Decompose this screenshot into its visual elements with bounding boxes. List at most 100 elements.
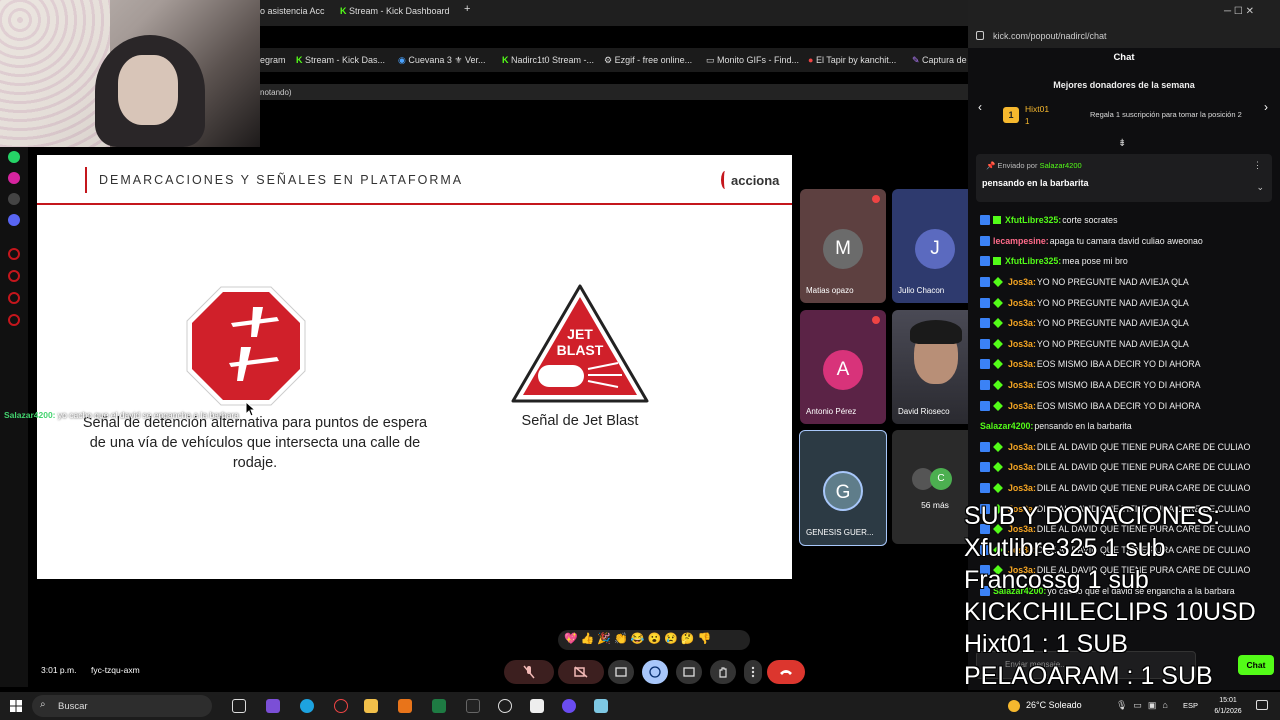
chat-message: lecampesine: apaga tu camara david culiao… — [980, 231, 1280, 252]
chat-username[interactable]: Jos3a: — [1008, 401, 1036, 411]
system-tray-icons[interactable]: 🎙▭▣⌂ — [1116, 700, 1174, 711]
search-label: Buscar — [58, 701, 88, 712]
bookmark[interactable]: ◉ Cuevana 3 ⚜ Ver... — [398, 55, 485, 66]
collapse-icon[interactable]: ⇟ — [1118, 138, 1126, 149]
notifications-icon[interactable] — [1256, 700, 1268, 710]
app-icon[interactable] — [594, 699, 608, 713]
tiktok-icon[interactable] — [8, 193, 20, 205]
instagram-icon[interactable] — [8, 172, 20, 184]
present-button[interactable] — [608, 660, 634, 684]
chat-message: Jos3a: DILE AL DAVID QUE TIENE PURA CARE … — [980, 437, 1280, 458]
brave-icon[interactable] — [398, 699, 412, 713]
camera-off-button[interactable] — [558, 660, 604, 684]
chat-text: EOS MISMO IBA A DECIR YO DI AHORA — [1036, 359, 1201, 370]
chat-username[interactable]: Jos3a: — [1008, 442, 1036, 452]
input-language[interactable]: ESP — [1183, 701, 1198, 710]
copilot-icon[interactable] — [266, 699, 280, 713]
verified-badge-icon — [980, 400, 990, 411]
participant-tile-video[interactable]: David Rioseco — [892, 310, 978, 424]
file-explorer-icon[interactable] — [364, 699, 378, 713]
more-vert-icon[interactable]: ⋮ — [1253, 160, 1262, 171]
chat-username[interactable]: Jos3a: — [1008, 339, 1036, 349]
task-view-icon[interactable] — [232, 699, 246, 713]
taskbar-clock[interactable]: 15:01 6/1/2026 — [1208, 695, 1248, 717]
bookmark[interactable]: ● El Tapir by kanchit... — [808, 55, 896, 65]
chat-username[interactable]: XfutLibre325: — [1005, 215, 1061, 225]
verified-badge-icon — [980, 483, 990, 494]
chat-username[interactable]: Jos3a: — [1008, 462, 1036, 472]
chat-header-title: Chat — [1113, 52, 1135, 63]
chat-username[interactable]: Jos3a: — [1008, 277, 1036, 287]
gift-badge-icon — [993, 277, 1003, 288]
chat-text: YO NO PREGUNTE NAD AVIEJA QLA — [1036, 318, 1189, 329]
donor-name: Hixt01 — [1025, 104, 1050, 114]
obs-icon[interactable] — [498, 699, 512, 713]
tab-kick-dashboard[interactable]: K Stream - Kick Dashboard — [340, 6, 450, 16]
new-tab-button[interactable]: + — [464, 3, 470, 15]
record-icon[interactable] — [8, 248, 20, 260]
captions-button[interactable] — [676, 660, 702, 684]
window-controls[interactable]: ─ ☐ ✕ — [1224, 6, 1254, 17]
lock-icon — [976, 31, 984, 40]
settings-icon[interactable] — [8, 314, 20, 326]
epic-games-icon[interactable] — [466, 699, 480, 713]
bookmark[interactable]: ⚙ Ezgif - free online... — [604, 55, 692, 66]
participant-tile[interactable]: A Antonio Pérez — [800, 310, 886, 424]
chat-username[interactable]: Jos3a: — [1008, 318, 1036, 328]
avatar: M — [823, 229, 863, 269]
participant-tile[interactable]: J Julio Chacon — [892, 189, 978, 303]
gift-badge-icon — [993, 462, 1003, 473]
chevron-right-icon[interactable]: › — [1264, 100, 1268, 114]
share-icon[interactable] — [8, 292, 20, 304]
slide-title: DEMARCACIONES Y SEÑALES EN PLATAFORMA — [99, 173, 464, 187]
chat-text: YO NO PREGUNTE NAD AVIEJA QLA — [1036, 338, 1189, 349]
taskbar-search[interactable]: ⌕ Buscar — [32, 695, 212, 717]
bookmark[interactable]: ▭ Monito GIFs - Find... — [706, 55, 799, 66]
chat-username[interactable]: Salazar4200: — [980, 421, 1033, 431]
opera-icon[interactable] — [334, 699, 348, 713]
bookmark[interactable]: ✎ Captura de — [912, 55, 967, 66]
emoji-button[interactable] — [642, 660, 668, 684]
mic-off-button[interactable] — [504, 660, 554, 684]
bookmark[interactable]: K Stream - Kick Das... — [296, 55, 385, 65]
chat-text: corte socrates — [1062, 215, 1118, 226]
chat-username[interactable]: Jos3a: — [1008, 359, 1036, 369]
app-icon[interactable] — [530, 699, 544, 713]
participant-name: GENESIS GUER... — [806, 528, 874, 537]
chevron-down-icon[interactable]: ⌄ — [1256, 182, 1264, 193]
bookmark[interactable]: egram — [260, 55, 286, 65]
gift-badge-icon — [993, 441, 1003, 452]
chat-text: DILE AL DAVID QUE TIENE PURA CARE DE CUL… — [1036, 483, 1251, 494]
participant-tile[interactable]: M Matias opazo — [800, 189, 886, 303]
clock-icon[interactable] — [8, 270, 20, 282]
meet-clock: 3:01 p.m. — [41, 665, 77, 675]
chat-username[interactable]: Jos3a: — [1008, 298, 1036, 308]
chat-username[interactable]: lecampesine: — [993, 236, 1049, 246]
gift-badge-icon — [993, 483, 1003, 493]
windows-start-icon[interactable] — [10, 700, 22, 712]
weather[interactable]: 26°C Soleado — [1026, 700, 1082, 710]
whatsapp-icon[interactable] — [8, 151, 20, 163]
emoji-icon — [649, 666, 661, 678]
leave-call-button[interactable] — [767, 660, 805, 684]
more-options-button[interactable] — [744, 660, 762, 684]
chat-username[interactable]: Jos3a: — [1008, 380, 1036, 390]
excel-icon[interactable] — [432, 699, 446, 713]
participant-tile-active[interactable]: G GENESIS GUER... — [799, 430, 887, 546]
overlay-line: Francossg 1 sub — [964, 566, 1149, 594]
chat-url[interactable]: kick.com/popout/nadircl/chat — [993, 31, 1107, 41]
blast-text: BLAST — [557, 342, 604, 358]
chat-message: XfutLibre325: corte socrates — [980, 210, 1280, 231]
acciona-leaf-icon — [721, 171, 729, 189]
reactions-bar[interactable]: 💖👍🎉👏😂😮😢🤔👎 — [558, 630, 750, 650]
discord-icon[interactable] — [562, 699, 576, 713]
bookmark[interactable]: K Nadirc1t0 Stream -... — [502, 55, 594, 65]
discord-icon[interactable] — [8, 214, 20, 226]
chat-username[interactable]: XfutLibre325: — [1005, 256, 1061, 266]
raise-hand-button[interactable] — [710, 660, 736, 684]
edge-icon[interactable] — [300, 699, 314, 713]
chevron-left-icon[interactable]: ‹ — [978, 100, 982, 114]
verified-badge-icon — [980, 235, 990, 246]
chat-username[interactable]: Jos3a: — [1008, 483, 1036, 493]
tab-asistencia[interactable]: o asistencia Acc — [260, 6, 325, 16]
